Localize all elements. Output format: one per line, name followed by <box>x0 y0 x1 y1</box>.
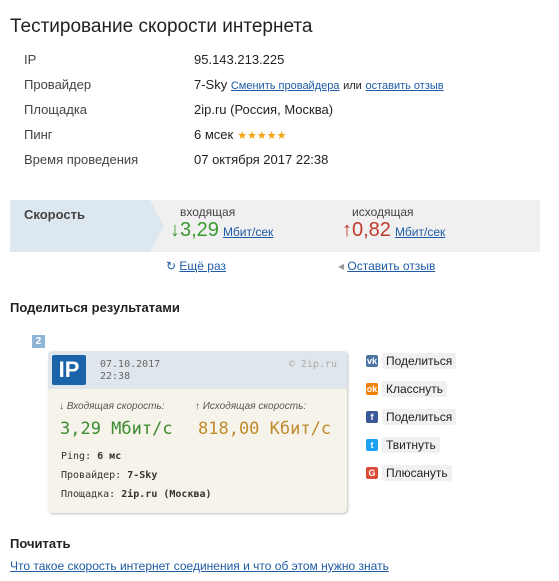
site-value: 2ip.ru (Россия, Москва) <box>194 102 334 117</box>
leave-review-link[interactable]: оставить отзыв <box>365 80 443 92</box>
card-in-value: 3,29 Мбит/с <box>60 419 173 439</box>
result-number-badge: 2 <box>32 335 45 348</box>
card-time: 22:38 <box>100 371 131 382</box>
incoming-caption: входящая <box>180 205 236 219</box>
share-facebook-label: Поделиться <box>382 408 457 425</box>
google-plus-icon: G <box>366 466 378 479</box>
outgoing-speed: исходящая ↑0,82 Мбит/сек <box>342 205 445 242</box>
incoming-unit-link[interactable]: Мбит/сек <box>223 225 273 239</box>
read-title: Почитать <box>10 536 71 551</box>
share-title: Поделиться результатами <box>10 300 180 315</box>
page-title: Тестирование скорости интернета <box>10 16 313 37</box>
provider-value: 7-Sky <box>194 77 228 92</box>
share-ok-label: Класснуть <box>382 380 448 397</box>
share-vk-button[interactable]: vk Поделиться <box>366 352 457 369</box>
speed-label: Скорость <box>24 207 85 222</box>
megaphone-icon: ◂ <box>338 259 345 273</box>
vk-icon: vk <box>366 354 378 367</box>
card-site-value: 2ip.ru (Москва) <box>121 489 212 500</box>
card-provider-value: 7-Sky <box>127 470 158 481</box>
facebook-icon: f <box>366 410 378 423</box>
card-in-caption: ↓ Входящая скорость: <box>59 401 165 412</box>
card-datetime: 07.10.2017 22:38 <box>100 359 160 383</box>
time-label: Время проведения <box>24 152 139 167</box>
share-ok-button[interactable]: ok Класснуть <box>366 380 448 397</box>
time-value: 07 октября 2017 22:38 <box>194 152 329 167</box>
ping-label: Пинг <box>24 127 53 142</box>
card-watermark: © 2ip.ru <box>288 359 337 370</box>
ping-value: 6 мсек <box>194 127 234 142</box>
share-google-plus-label: Плюсануть <box>382 464 452 481</box>
down-arrow-icon: ↓ <box>170 219 180 241</box>
card-ping-value: 6 мс <box>97 451 122 462</box>
again-link[interactable]: Ещё раз <box>179 259 226 273</box>
change-provider-link[interactable]: Сменить провайдера <box>231 80 340 92</box>
speed-bar: Скорость входящая ↓3,29 Мбит/сек исходяща… <box>10 200 540 252</box>
incoming-speed: входящая ↓3,29 Мбит/сек <box>170 205 273 242</box>
share-twitter-button[interactable]: t Твитнуть <box>366 436 440 453</box>
card-site-label: Площадка: <box>61 489 116 500</box>
read-article-link[interactable]: Что такое скорость интернет соединения и… <box>10 559 389 573</box>
card-out-caption: ↑ Исходящая скорость: <box>195 401 307 412</box>
site-label: Площадка <box>24 102 88 117</box>
card-ping-label: Ping: <box>61 451 92 462</box>
outgoing-caption: исходящая <box>352 205 414 219</box>
card-out-value: 818,00 Кбит/с <box>198 419 332 439</box>
ip-value: 95.143.213.225 <box>194 52 285 67</box>
card-header <box>48 351 347 389</box>
again-action[interactable]: ↻ Ещё раз <box>166 259 226 273</box>
card-ping-line: Ping: 6 мс <box>61 451 121 462</box>
twitter-icon: t <box>366 438 378 451</box>
card-date: 07.10.2017 <box>100 359 161 370</box>
speed-label-arrow <box>150 200 164 252</box>
refresh-icon: ↻ <box>166 259 177 273</box>
ip-logo: IP <box>52 355 86 385</box>
outgoing-value: 0,82 <box>352 219 391 241</box>
share-twitter-label: Твитнуть <box>382 436 440 453</box>
review-link[interactable]: Оставить отзыв <box>347 259 435 273</box>
share-vk-label: Поделиться <box>382 352 457 369</box>
card-site-line: Площадка: 2ip.ru (Москва) <box>61 489 212 500</box>
incoming-value: 3,29 <box>180 219 219 241</box>
share-google-plus-button[interactable]: G Плюсануть <box>366 464 452 481</box>
review-action[interactable]: ◂ Оставить отзыв <box>338 259 435 273</box>
rating-stars-icon: ★★★★★ <box>237 130 287 142</box>
outgoing-unit-link[interactable]: Мбит/сек <box>395 225 445 239</box>
ip-label: IP <box>24 52 37 67</box>
result-card: IP 07.10.2017 22:38 © 2ip.ru ↓ Входящая … <box>48 351 347 513</box>
up-arrow-icon: ↑ <box>342 219 352 241</box>
share-facebook-button[interactable]: f Поделиться <box>366 408 457 425</box>
card-provider-line: Провайдер: 7-Sky <box>61 470 157 481</box>
or-text: или <box>343 80 362 92</box>
provider-label: Провайдер <box>24 77 92 92</box>
provider-value-group: 7-Sky Сменить провайдера или оставить от… <box>194 77 444 92</box>
card-provider-label: Провайдер: <box>61 470 122 481</box>
ping-value-group: 6 мсек ★★★★★ <box>194 127 287 142</box>
odnoklassniki-icon: ok <box>366 382 378 395</box>
